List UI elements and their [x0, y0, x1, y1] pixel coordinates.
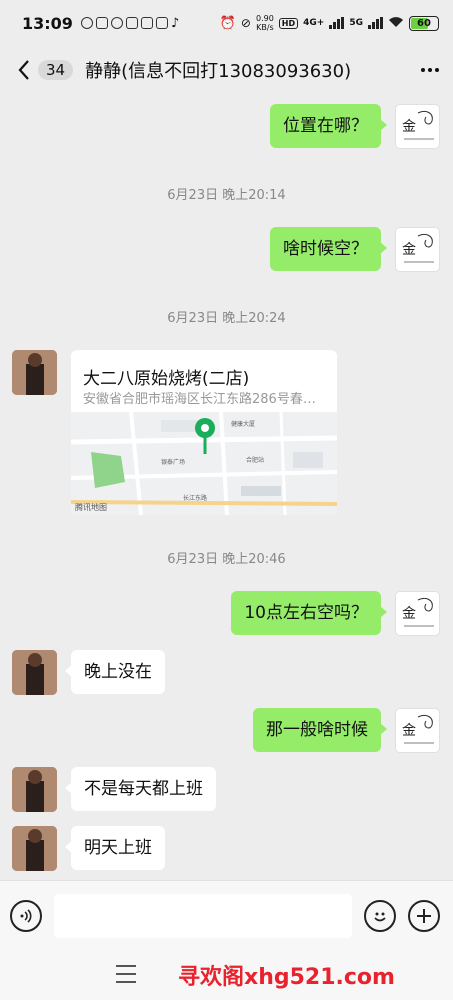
peer-avatar[interactable]	[12, 767, 57, 812]
svg-text:金: 金	[402, 242, 416, 258]
timestamp: 6月23日 晚上20:24	[167, 311, 286, 326]
message-bubble-received[interactable]: 晚上没在	[65, 650, 165, 694]
chat-title: 静静(信息不回打13083093630)	[85, 61, 352, 82]
unread-count-badge[interactable]: 34	[38, 60, 74, 80]
self-avatar[interactable]: 金	[395, 591, 440, 636]
peer-avatar[interactable]	[12, 650, 57, 695]
app-notification-icon	[140, 17, 153, 29]
alarm-icon: ⏰	[219, 15, 236, 31]
signal-icon	[368, 17, 383, 29]
menu-icon[interactable]	[116, 965, 136, 983]
message-bubble-sent[interactable]: 位置在哪？	[270, 104, 387, 148]
map-label: 健康大厦	[231, 420, 255, 428]
svg-text:金: 金	[402, 606, 416, 622]
svg-text:金: 金	[402, 723, 416, 739]
chat-header: 34 静静(信息不回打13083093630)	[0, 46, 453, 94]
chevron-left-icon[interactable]	[12, 58, 36, 82]
message-input[interactable]	[54, 893, 352, 938]
hd-badge: HD	[278, 17, 299, 29]
map-label: 银泰广场	[161, 458, 185, 466]
location-map: 健康大厦 银泰广场 合肥站 长江东路 腾讯地图	[71, 411, 337, 515]
timestamp: 6月23日 晚上20:46	[167, 552, 286, 567]
app-notification-icon	[80, 17, 93, 29]
message-list[interactable]: 位置在哪？ 金 6月23日 晚上20:14 啥时候空？ 金 6月23日 晚上20…	[0, 94, 453, 880]
self-avatar[interactable]: 金	[395, 227, 440, 272]
status-app-icons: ♪	[80, 15, 180, 31]
signal-icon	[329, 17, 345, 29]
peer-avatar[interactable]	[12, 350, 57, 395]
more-dots-icon[interactable]	[411, 58, 439, 82]
svg-text:金: 金	[402, 119, 416, 135]
app-notification-icon	[95, 17, 108, 29]
self-avatar[interactable]: 金	[395, 708, 440, 753]
app-notification-icon	[125, 17, 138, 29]
app-notification-icon	[155, 17, 168, 29]
message-bubble-received[interactable]: 明天上班	[65, 826, 165, 870]
net-speed: 0.90 KB/s	[255, 14, 274, 32]
timestamp: 6月23日 晚上20:14	[167, 188, 286, 203]
status-right: ⏰ ⊘ 0.90 KB/s HD 4G+ 5G 60	[220, 14, 439, 32]
location-name: 大二八原始烧烤(二店)	[83, 369, 250, 389]
message-bubble-sent[interactable]: 啥时候空？	[270, 227, 387, 271]
message-bubble-sent[interactable]: 那一般啥时候	[253, 708, 387, 752]
battery-icon: 60	[409, 15, 439, 31]
status-time: 13:09	[22, 13, 73, 33]
voice-icon[interactable]	[10, 899, 42, 932]
map-label: 长江东路	[183, 494, 207, 502]
mute-icon: ⊘	[240, 16, 251, 30]
watermark: 寻欢阁xhg521.com	[178, 965, 395, 990]
status-bar: 13:09 ♪ ⏰ ⊘ 0.90 KB/s HD 4G+ 5G 60	[0, 0, 453, 46]
tiktok-icon: ♪	[170, 15, 180, 31]
location-address: 安徽省合肥市瑶海区长江东路286号春…	[83, 392, 316, 407]
peer-avatar[interactable]	[12, 826, 57, 871]
map-credit: 腾讯地图	[75, 503, 107, 512]
network-type: 4G+	[303, 18, 325, 28]
location-card[interactable]: 大二八原始烧烤(二店) 安徽省合肥市瑶海区长江东路286号春… 健康大厦 银泰广…	[71, 350, 337, 515]
input-bar	[0, 880, 453, 950]
message-bubble-sent[interactable]: 10点左右空吗？	[231, 591, 387, 635]
map-label: 合肥站	[246, 456, 264, 464]
system-nav-bar: 寻欢阁xhg521.com	[0, 950, 453, 1000]
message-bubble-received[interactable]: 不是每天都上班	[65, 767, 216, 811]
app-notification-icon	[110, 17, 123, 29]
network-type-2: 5G	[349, 18, 363, 28]
plus-icon[interactable]	[408, 899, 440, 932]
emoji-icon[interactable]	[364, 899, 396, 932]
self-avatar[interactable]: 金	[395, 104, 440, 149]
wifi-icon	[388, 16, 404, 31]
